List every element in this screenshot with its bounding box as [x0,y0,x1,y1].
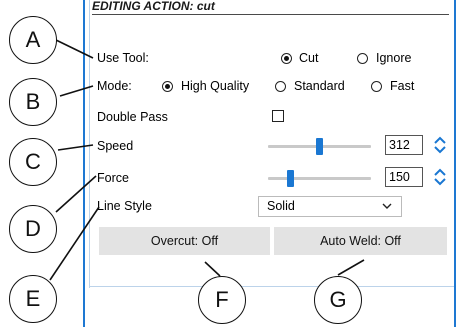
callout-b: B [9,78,57,126]
callout-e: E [9,275,57,323]
callout-a: A [9,16,57,64]
callout-f: F [198,276,246,324]
callout-c: C [9,138,57,186]
callout-g: G [314,276,362,324]
callout-d: D [9,205,57,253]
